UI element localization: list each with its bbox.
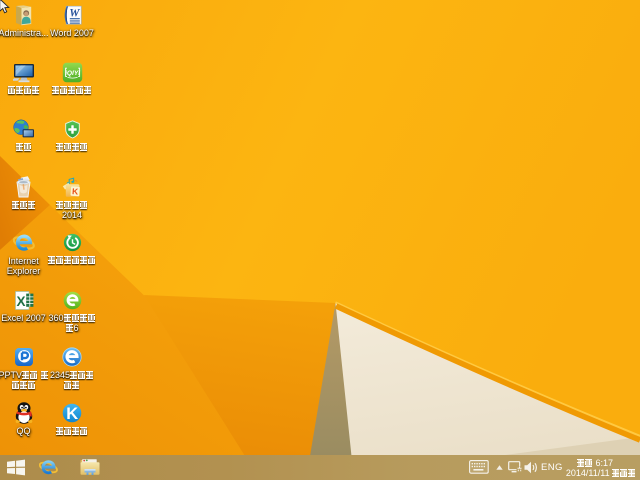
svg-text:K: K: [66, 405, 78, 423]
svg-text:X: X: [16, 293, 25, 308]
svg-text:W: W: [69, 8, 80, 20]
svg-text:iQIYI: iQIYI: [65, 70, 80, 77]
